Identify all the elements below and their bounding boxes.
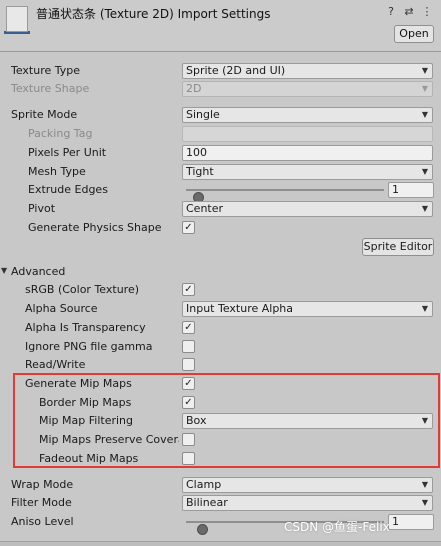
filter-mode-label: Filter Mode bbox=[11, 496, 72, 509]
srgb-label: sRGB (Color Texture) bbox=[25, 283, 140, 296]
mip-maps-preserve-coverage-label: Mip Maps Preserve Covera bbox=[39, 433, 179, 446]
ignore-png-gamma-row: Ignore PNG file gamma bbox=[0, 338, 441, 356]
dropdown-arrow-icon: ▼ bbox=[421, 66, 428, 75]
mip-maps-preserve-coverage-row: Mip Maps Preserve Covera bbox=[0, 431, 441, 449]
alpha-source-value: Input Texture Alpha bbox=[186, 302, 294, 315]
fadeout-mip-maps-row: Fadeout Mip Maps bbox=[0, 450, 441, 468]
pixels-per-unit-label: Pixels Per Unit bbox=[28, 146, 107, 159]
packing-tag-row: Packing Tag bbox=[0, 125, 441, 143]
foldout-arrow-icon[interactable]: ▼ bbox=[1, 266, 7, 275]
read-write-label: Read/Write bbox=[25, 358, 86, 371]
alpha-is-transparency-row: Alpha Is Transparency ✓ bbox=[0, 319, 441, 337]
mesh-type-dropdown[interactable]: Tight ▼ bbox=[182, 164, 433, 180]
filter-mode-value: Bilinear bbox=[186, 496, 228, 509]
sprite-mode-row: Sprite Mode Single ▼ bbox=[0, 106, 441, 124]
pixels-per-unit-row: Pixels Per Unit 100 bbox=[0, 144, 441, 162]
texture-shape-row: Texture Shape 2D ▼ bbox=[0, 80, 441, 98]
texture-shape-label: Texture Shape bbox=[11, 82, 90, 95]
extrude-edges-slider[interactable] bbox=[186, 189, 384, 203]
inspector-header: 普通状态条 (Texture 2D) Import Settings ? ⇄ ⋮… bbox=[0, 0, 441, 52]
extrude-edges-row: Extrude Edges 1 bbox=[0, 181, 441, 203]
watermark: CSDN @鱼蛋-Felix bbox=[284, 520, 390, 534]
aniso-level-field[interactable]: 1 bbox=[388, 514, 434, 530]
pivot-label: Pivot bbox=[28, 202, 56, 215]
alpha-source-dropdown[interactable]: Input Texture Alpha ▼ bbox=[182, 301, 433, 317]
mesh-type-row: Mesh Type Tight ▼ bbox=[0, 163, 441, 181]
menu-icon[interactable]: ⋮ bbox=[421, 5, 433, 18]
texture-type-row: Texture Type Sprite (2D and UI) ▼ bbox=[0, 62, 441, 80]
mip-map-filtering-dropdown[interactable]: Box ▼ bbox=[182, 413, 433, 429]
wrap-mode-row: Wrap Mode Clamp ▼ bbox=[0, 476, 441, 494]
dropdown-arrow-icon: ▼ bbox=[421, 498, 428, 507]
aniso-level-label: Aniso Level bbox=[11, 515, 74, 528]
fadeout-mip-maps-checkbox[interactable] bbox=[182, 452, 195, 465]
mip-map-filtering-label: Mip Map Filtering bbox=[39, 414, 133, 427]
dropdown-arrow-icon: ▼ bbox=[421, 304, 428, 313]
alpha-source-row: Alpha Source Input Texture Alpha ▼ bbox=[0, 300, 441, 318]
pixels-per-unit-field[interactable]: 100 bbox=[182, 145, 433, 161]
packing-tag-label: Packing Tag bbox=[28, 127, 93, 140]
texture-type-label: Texture Type bbox=[11, 64, 81, 77]
read-write-row: Read/Write bbox=[0, 356, 441, 374]
texture-shape-dropdown: 2D ▼ bbox=[182, 81, 433, 97]
extrude-edges-label: Extrude Edges bbox=[28, 183, 108, 196]
slider-handle[interactable] bbox=[197, 524, 208, 535]
alpha-is-transparency-checkbox[interactable]: ✓ bbox=[182, 321, 195, 334]
bottom-strip bbox=[0, 541, 441, 546]
ignore-png-gamma-checkbox[interactable] bbox=[182, 340, 195, 353]
help-icon[interactable]: ? bbox=[385, 5, 397, 18]
dropdown-arrow-icon: ▼ bbox=[421, 110, 428, 119]
dropdown-arrow-icon: ▼ bbox=[421, 84, 428, 93]
border-mip-maps-label: Border Mip Maps bbox=[39, 396, 132, 409]
border-mip-maps-checkbox[interactable]: ✓ bbox=[182, 396, 195, 409]
generate-physics-shape-label: Generate Physics Shape bbox=[28, 221, 162, 234]
advanced-foldout[interactable]: ▼ Advanced bbox=[0, 263, 441, 281]
alpha-is-transparency-label: Alpha Is Transparency bbox=[25, 321, 146, 334]
inspector-title: 普通状态条 (Texture 2D) Import Settings bbox=[36, 7, 271, 21]
generate-mip-maps-label: Generate Mip Maps bbox=[25, 377, 132, 390]
generate-physics-shape-checkbox[interactable]: ✓ bbox=[182, 221, 195, 234]
generate-mip-maps-row: Generate Mip Maps ✓ bbox=[0, 375, 441, 393]
mip-map-filtering-value: Box bbox=[186, 414, 207, 427]
generate-mip-maps-checkbox[interactable]: ✓ bbox=[182, 377, 195, 390]
mesh-type-value: Tight bbox=[186, 165, 214, 178]
pivot-value: Center bbox=[186, 202, 224, 215]
filter-mode-dropdown[interactable]: Bilinear ▼ bbox=[182, 495, 433, 511]
dropdown-arrow-icon: ▼ bbox=[421, 480, 428, 489]
filter-mode-row: Filter Mode Bilinear ▼ bbox=[0, 494, 441, 512]
sprite-mode-label: Sprite Mode bbox=[11, 108, 78, 121]
texture-type-dropdown[interactable]: Sprite (2D and UI) ▼ bbox=[182, 63, 433, 79]
wrap-mode-label: Wrap Mode bbox=[11, 478, 74, 491]
wrap-mode-value: Clamp bbox=[186, 478, 222, 491]
ignore-png-gamma-label: Ignore PNG file gamma bbox=[25, 340, 153, 353]
open-button[interactable]: Open bbox=[394, 25, 434, 43]
read-write-checkbox[interactable] bbox=[182, 358, 195, 371]
texture-type-value: Sprite (2D and UI) bbox=[186, 64, 286, 77]
texture-shape-value: 2D bbox=[186, 82, 202, 95]
dropdown-arrow-icon: ▼ bbox=[421, 416, 428, 425]
mip-maps-preserve-coverage-checkbox[interactable] bbox=[182, 433, 195, 446]
mesh-type-label: Mesh Type bbox=[28, 165, 86, 178]
srgb-checkbox[interactable]: ✓ bbox=[182, 283, 195, 296]
border-mip-maps-row: Border Mip Maps ✓ bbox=[0, 394, 441, 412]
fadeout-mip-maps-label: Fadeout Mip Maps bbox=[39, 452, 139, 465]
pivot-dropdown[interactable]: Center ▼ bbox=[182, 201, 433, 217]
dropdown-arrow-icon: ▼ bbox=[421, 204, 428, 213]
wrap-mode-dropdown[interactable]: Clamp ▼ bbox=[182, 477, 433, 493]
advanced-label: Advanced bbox=[11, 265, 66, 278]
header-tools: ? ⇄ ⋮ bbox=[385, 5, 433, 18]
dropdown-arrow-icon: ▼ bbox=[421, 167, 428, 176]
sprite-mode-value: Single bbox=[186, 108, 220, 121]
mip-map-filtering-row: Mip Map Filtering Box ▼ bbox=[0, 412, 441, 430]
sprite-mode-dropdown[interactable]: Single ▼ bbox=[182, 107, 433, 123]
alpha-source-label: Alpha Source bbox=[25, 302, 98, 315]
packing-tag-field bbox=[182, 126, 433, 142]
srgb-row: sRGB (Color Texture) ✓ bbox=[0, 281, 441, 299]
texture-asset-icon bbox=[4, 4, 30, 34]
generate-physics-shape-row: Generate Physics Shape ✓ bbox=[0, 219, 441, 237]
sprite-editor-button[interactable]: Sprite Editor bbox=[362, 238, 434, 256]
pivot-row: Pivot Center ▼ bbox=[0, 200, 441, 218]
preset-icon[interactable]: ⇄ bbox=[403, 5, 415, 18]
extrude-edges-field[interactable]: 1 bbox=[388, 182, 434, 198]
